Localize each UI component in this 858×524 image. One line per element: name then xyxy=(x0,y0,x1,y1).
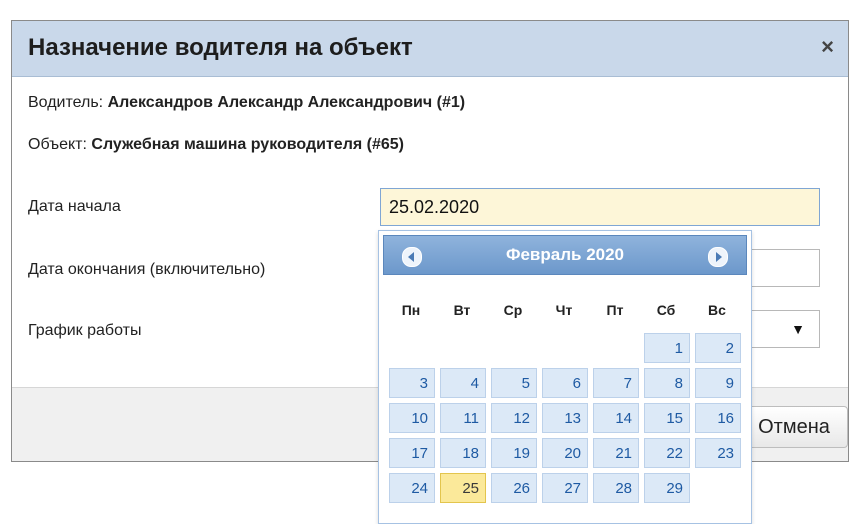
start-date-input[interactable] xyxy=(380,188,820,226)
datepicker-month-title: Февраль 2020 xyxy=(505,245,625,264)
calendar-day[interactable]: 12 xyxy=(491,403,537,433)
calendar-day[interactable]: 11 xyxy=(440,403,486,433)
calendar-day[interactable]: 13 xyxy=(542,403,588,433)
calendar-day[interactable]: 16 xyxy=(695,403,741,433)
calendar-day[interactable]: 4 xyxy=(440,368,486,398)
chevron-down-icon: ▼ xyxy=(791,321,805,337)
datepicker: Февраль 2020 Пн Вт Ср Чт Пт Сб Вс 1 2 3 4 5 6 7 8 9 10 1… xyxy=(378,230,752,524)
calendar-day[interactable]: 24 xyxy=(389,473,435,503)
calendar-day[interactable]: 6 xyxy=(542,368,588,398)
calendar-day[interactable]: 3 xyxy=(389,368,435,398)
calendar-day[interactable]: 28 xyxy=(593,473,639,503)
driver-value: Александров Александр Александрович (#1) xyxy=(107,94,466,111)
driver-label: Водитель: xyxy=(28,94,104,111)
calendar-day[interactable]: 1 xyxy=(644,333,690,363)
driver-line: Водитель: Александров Александр Александ… xyxy=(28,94,465,112)
object-value: Служебная машина руководителя (#65) xyxy=(91,136,404,153)
calendar-day[interactable]: 7 xyxy=(593,368,639,398)
calendar-day[interactable]: 9 xyxy=(695,368,741,398)
calendar-day[interactable]: 15 xyxy=(644,403,690,433)
dialog-title: Назначение водителя на объект xyxy=(28,34,413,61)
object-line: Объект: Служебная машина руководителя (#… xyxy=(28,136,404,154)
calendar-day[interactable]: 2 xyxy=(695,333,741,363)
dialog-titlebar: Назначение водителя на объект × xyxy=(12,21,848,77)
start-date-label: Дата начала xyxy=(28,198,121,215)
weekday-label: Пн xyxy=(401,302,421,318)
next-month-icon[interactable] xyxy=(708,247,728,267)
cancel-button[interactable]: Отмена xyxy=(740,406,848,448)
calendar-day[interactable]: 17 xyxy=(389,438,435,468)
schedule-label: График работы xyxy=(28,322,142,339)
datepicker-header: Февраль 2020 xyxy=(383,235,747,275)
object-label: Объект: xyxy=(28,136,87,153)
weekday-label: Вт xyxy=(453,302,471,318)
calendar-day[interactable]: 14 xyxy=(593,403,639,433)
calendar-day[interactable]: 18 xyxy=(440,438,486,468)
weekday-label: Сб xyxy=(656,302,676,318)
end-date-label: Дата окончания (включительно) xyxy=(28,261,266,278)
calendar-day[interactable]: 19 xyxy=(491,438,537,468)
weekday-label: Чт xyxy=(555,302,573,318)
weekday-label: Ср xyxy=(503,302,523,318)
close-icon[interactable]: × xyxy=(821,35,834,59)
calendar-day[interactable]: 29 xyxy=(644,473,690,503)
calendar-day[interactable]: 22 xyxy=(644,438,690,468)
calendar-day[interactable]: 5 xyxy=(491,368,537,398)
calendar-day[interactable]: 20 xyxy=(542,438,588,468)
calendar-day[interactable]: 26 xyxy=(491,473,537,503)
calendar-day[interactable]: 27 xyxy=(542,473,588,503)
calendar-day[interactable]: 25 xyxy=(440,473,486,503)
calendar-day[interactable]: 8 xyxy=(644,368,690,398)
calendar-day[interactable]: 10 xyxy=(389,403,435,433)
weekday-label: Пт xyxy=(606,302,624,318)
calendar-day[interactable]: 21 xyxy=(593,438,639,468)
weekday-label: Вс xyxy=(708,302,726,318)
calendar-day[interactable]: 23 xyxy=(695,438,741,468)
